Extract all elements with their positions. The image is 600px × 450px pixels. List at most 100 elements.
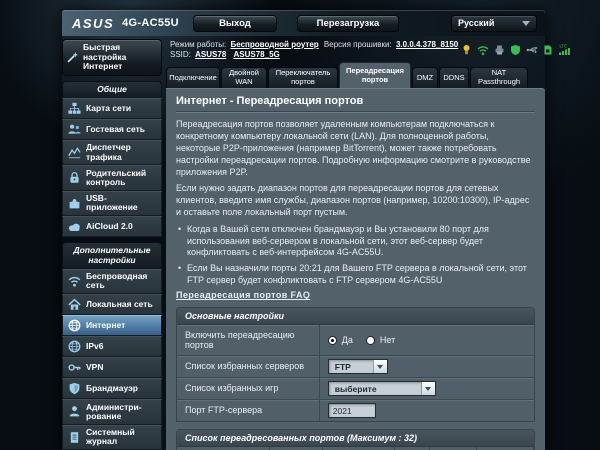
- logout-button[interactable]: Выход: [193, 15, 277, 32]
- firmware-link[interactable]: 3.0.0.4.378_8150: [396, 40, 458, 49]
- person-icon: [68, 405, 81, 418]
- famous-servers-label: Список избранных серверов: [177, 356, 320, 377]
- status-bar: Режим работы: Беспроводной роутер Версия…: [166, 36, 545, 61]
- radio-yes-label[interactable]: Да: [342, 335, 353, 345]
- sidebar-item-vpn[interactable]: VPN: [62, 357, 162, 378]
- app-body: Быстрая настройка Интернет Общие Карта с…: [62, 36, 545, 450]
- intro-paragraph-2: Если нужно задать диапазон портов для пе…: [176, 183, 535, 219]
- globe-icon: [68, 340, 81, 353]
- ssid-link-5g[interactable]: ASUS78_5G: [234, 50, 280, 59]
- sidebar-group-advanced: Дополнительные настройки: [62, 242, 162, 269]
- sidebar-item-firewall[interactable]: Брандмауэр: [62, 378, 162, 399]
- printer-icon[interactable]: [494, 44, 505, 56]
- tab-connection[interactable]: Подключение: [166, 67, 220, 88]
- router-model: 4G-AC55U: [122, 17, 179, 29]
- router-admin-app: ASUS 4G-AC55U Выход Перезагрузка Русский…: [62, 10, 545, 450]
- globe-icon: [68, 319, 81, 332]
- guard-shield-icon[interactable]: [510, 44, 521, 56]
- sidebar-item-label: Локальная сеть: [86, 300, 153, 309]
- magic-wand-icon: [66, 51, 79, 64]
- sidebar-item-label: Администри- рование: [86, 403, 158, 422]
- ftp-port-label: Порт FTP-сервера: [177, 400, 320, 421]
- basic-settings-section: Основные настройки Включить переадресаци…: [176, 307, 535, 422]
- sidebar-item-label: Системный журнал: [86, 428, 158, 447]
- language-select[interactable]: Русский: [451, 15, 537, 32]
- wifi-status-icon[interactable]: [477, 44, 489, 56]
- sidebar-item-system-log[interactable]: Системный журнал: [62, 425, 162, 450]
- sidebar-item-label: Родительский контроль: [86, 169, 158, 188]
- top-bar: ASUS 4G-AC55U Выход Перезагрузка Русский: [62, 10, 545, 36]
- enable-forwarding-row: Включить переадресацию портов Да Нет: [177, 325, 534, 356]
- sidebar-item-label: Гостевая сеть: [86, 125, 145, 134]
- status-icons: LTE: [461, 43, 600, 56]
- sidebar-item-usb-application[interactable]: USB-приложение: [62, 191, 162, 216]
- tab-dual-wan[interactable]: Двойной WAN: [221, 67, 267, 88]
- tab-port-trigger[interactable]: Переключатель портов: [268, 67, 338, 88]
- sidebar-item-label: Интернет: [86, 321, 125, 330]
- main-column: Режим работы: Беспроводной роутер Версия…: [162, 36, 545, 450]
- warning-item: Если Вы назначили порты 20:21 для Вашего…: [178, 263, 535, 286]
- famous-servers-row: Список избранных серверов FTP: [177, 356, 534, 378]
- sidebar-item-lan[interactable]: Локальная сеть: [62, 294, 162, 315]
- ftp-port-input[interactable]: [328, 403, 376, 418]
- famous-games-select[interactable]: выберите: [328, 381, 436, 396]
- mode-link[interactable]: Беспроводной роутер: [231, 40, 319, 49]
- document-icon: [68, 431, 81, 444]
- enable-forwarding-label: Включить переадресацию портов: [177, 325, 320, 355]
- tab-dmz[interactable]: DMZ: [412, 67, 438, 88]
- sim-card-icon[interactable]: [543, 44, 553, 56]
- ftp-port-row: Порт FTP-сервера: [177, 400, 534, 421]
- puzzle-icon: [68, 197, 81, 210]
- network-map-icon: [68, 102, 81, 115]
- tab-nat-passthrough[interactable]: NAT Passthrough: [470, 67, 528, 88]
- house-icon: [68, 298, 81, 311]
- sidebar-item-label: IPv6: [86, 342, 104, 351]
- sidebar-item-administration[interactable]: Администри- рование: [62, 399, 162, 424]
- famous-servers-select[interactable]: FTP: [328, 359, 388, 374]
- chevron-down-icon: [522, 21, 530, 26]
- quick-setup-button[interactable]: Быстрая настройка Интернет: [62, 39, 162, 76]
- chevron-down-icon: [373, 360, 387, 373]
- cloud-icon: [68, 220, 81, 233]
- radio-yes[interactable]: [328, 336, 337, 345]
- sidebar-item-network-map[interactable]: Карта сети: [62, 98, 162, 119]
- sidebar-item-guest-network[interactable]: Гостевая сеть: [62, 119, 162, 140]
- famous-games-value: выберите: [329, 382, 421, 395]
- reboot-button[interactable]: Перезагрузка: [297, 15, 399, 32]
- port-forward-title: Список переадресованных портов (Максимум…: [177, 430, 534, 447]
- sidebar-item-wan[interactable]: Интернет: [62, 315, 162, 336]
- content-panel: Интернет - Переадресация портов Переадре…: [166, 88, 545, 450]
- signal-lte-icon[interactable]: LTE: [558, 43, 572, 56]
- page-title: Интернет - Переадресация портов: [176, 95, 535, 107]
- sidebar-item-wireless[interactable]: Беспроводная сеть: [62, 269, 162, 294]
- sidebar-item-label: VPN: [86, 363, 103, 372]
- lock-icon: [68, 171, 81, 184]
- port-forward-section: Список переадресованных портов (Максимум…: [176, 429, 535, 450]
- sidebar-item-label: AiCloud 2.0: [86, 222, 133, 231]
- status-text: Режим работы: Беспроводной роутер Версия…: [170, 40, 461, 59]
- asus-logo: ASUS: [72, 16, 114, 31]
- lightbulb-icon[interactable]: [461, 44, 472, 56]
- quick-setup-label: Быстрая настройка Интернет: [83, 43, 158, 72]
- intro-paragraph-1: Переадресация портов позволяет удаленным…: [176, 119, 535, 178]
- sidebar-item-parental-control[interactable]: Родительский контроль: [62, 165, 162, 190]
- sidebar-item-ipv6[interactable]: IPv6: [62, 336, 162, 357]
- radio-no-label[interactable]: Нет: [380, 335, 395, 345]
- sidebar-item-traffic-manager[interactable]: Диспетчер трафика: [62, 140, 162, 165]
- sidebar-item-aicloud[interactable]: AiCloud 2.0: [62, 216, 162, 237]
- radio-no[interactable]: [366, 336, 375, 345]
- guest-network-icon: [68, 123, 81, 136]
- usb-status-icon[interactable]: [526, 44, 538, 56]
- faq-link[interactable]: Переадресация портов FAQ: [176, 290, 310, 300]
- firmware-label: Версия прошивки:: [324, 40, 392, 49]
- warning-list: Когда в Вашей сети отключен брандмауэр и…: [178, 224, 535, 286]
- tab-ddns[interactable]: DDNS: [439, 67, 469, 88]
- language-value: Русский: [458, 18, 494, 28]
- sidebar-item-label: Беспроводная сеть: [86, 272, 158, 291]
- title-divider: [176, 111, 535, 113]
- svg-text:LTE: LTE: [560, 43, 568, 48]
- sidebar-item-label: Диспетчер трафика: [86, 143, 158, 162]
- ssid-link-24[interactable]: ASUS78: [195, 50, 226, 59]
- sidebar: Быстрая настройка Интернет Общие Карта с…: [62, 36, 162, 450]
- tab-port-forwarding[interactable]: Переадресация портов: [339, 62, 411, 88]
